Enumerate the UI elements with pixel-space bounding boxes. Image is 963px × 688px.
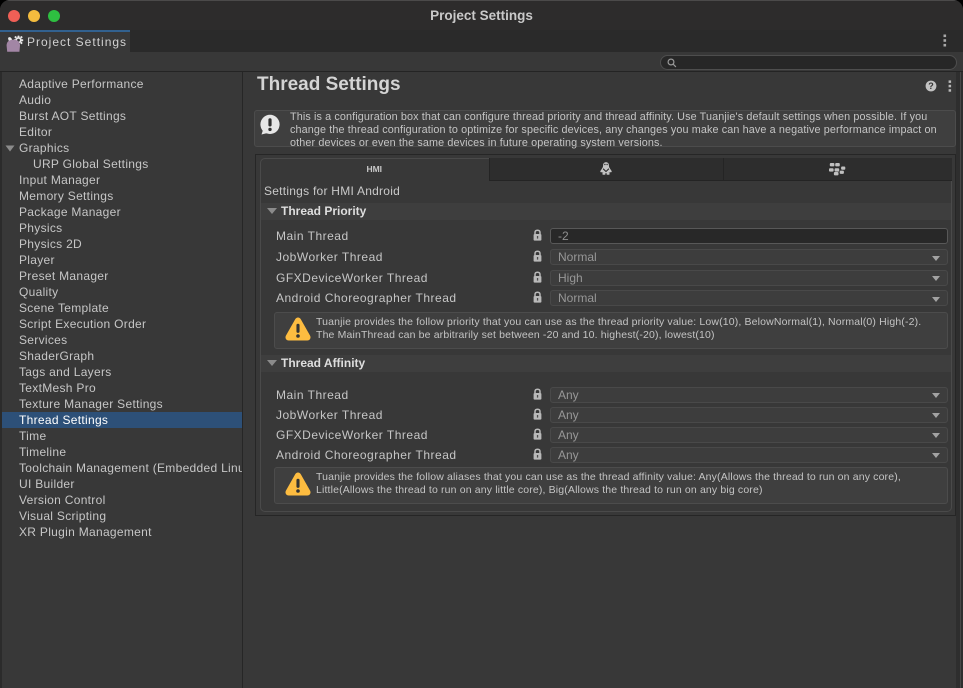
svg-text:?: ? (928, 81, 934, 91)
